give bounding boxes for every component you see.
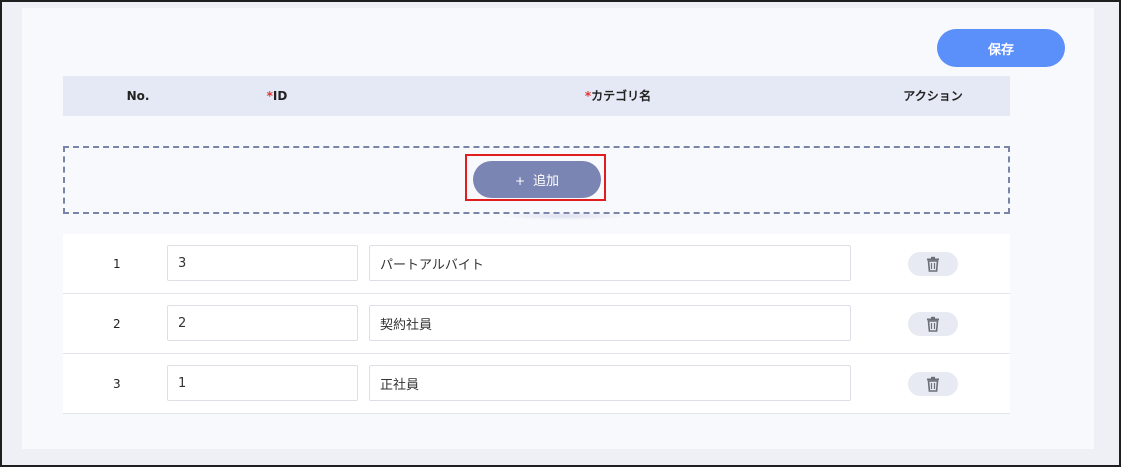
table-row: 3 (63, 354, 1010, 414)
trash-icon (927, 316, 939, 332)
column-header-id-label: ID (272, 89, 288, 103)
delete-button[interactable] (908, 312, 958, 336)
id-input[interactable] (167, 245, 358, 281)
column-header-no: No. (126, 89, 150, 103)
column-header-category-name-label: カテゴリ名 (591, 89, 652, 103)
category-name-input[interactable] (369, 245, 851, 281)
add-button-shadow (500, 212, 630, 220)
trash-icon (927, 376, 939, 392)
trash-icon (927, 256, 939, 272)
column-header-action: アクション (903, 89, 963, 103)
column-header-category-name: *カテゴリ名 (585, 76, 651, 116)
id-input[interactable] (167, 365, 358, 401)
table-header: No. *ID *カテゴリ名 アクション (63, 76, 1010, 116)
add-button-highlight-box (465, 154, 606, 201)
delete-button[interactable] (908, 372, 958, 396)
id-input[interactable] (167, 305, 358, 341)
category-name-input[interactable] (369, 365, 851, 401)
column-header-id: *ID (267, 76, 288, 116)
delete-button[interactable] (908, 252, 958, 276)
category-name-input[interactable] (369, 305, 851, 341)
table-row: 1 (63, 234, 1010, 294)
save-button[interactable]: 保存 (937, 29, 1065, 67)
table-row: 2 (63, 294, 1010, 354)
table-body: 1 2 3 (63, 234, 1010, 414)
